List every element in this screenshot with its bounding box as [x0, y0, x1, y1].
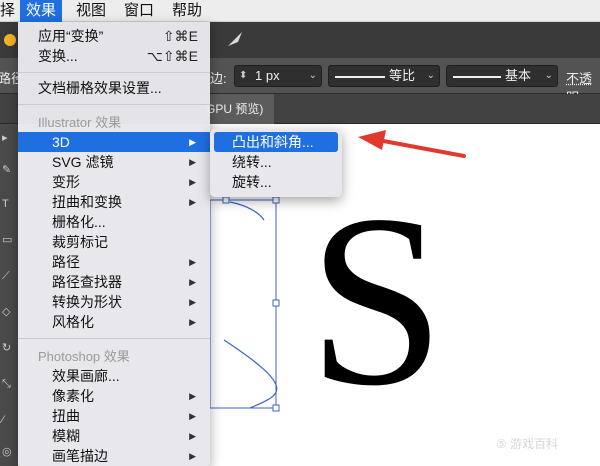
- menu-item-svg-filters[interactable]: SVG 滤镜 ▶: [18, 152, 210, 172]
- stroke-weight-value: 1 px: [255, 68, 280, 83]
- menu-item-3d[interactable]: 3D ▶: [18, 132, 210, 152]
- menu-separator: [18, 338, 210, 339]
- submenu-arrow-icon: ▶: [189, 317, 196, 327]
- pen-tool-icon[interactable]: ✎: [2, 164, 14, 176]
- menu-item-brush-strokes[interactable]: 画笔描边 ▶: [18, 446, 210, 466]
- menu-item-pathfinder[interactable]: 路径查找器 ▶: [18, 272, 210, 292]
- chevron-down-icon[interactable]: ⌄: [427, 66, 435, 86]
- submenu-arrow-icon: ▶: [189, 137, 196, 147]
- menu-item-distort-transform[interactable]: 扭曲和变换 ▶: [18, 192, 210, 212]
- selection-tool-icon[interactable]: ▸: [2, 132, 14, 144]
- variable-width-profile[interactable]: 等比 ⌄: [328, 65, 440, 87]
- edge-label: 边:: [210, 71, 227, 86]
- submenu-arrow-icon: ▶: [189, 277, 196, 287]
- watermark: ⑤ 游戏百科: [496, 437, 559, 451]
- menu-window[interactable]: 窗口: [118, 0, 160, 22]
- annotation-arrow-icon: [358, 130, 466, 158]
- menu-item-pixelate[interactable]: 像素化 ▶: [18, 386, 210, 406]
- symbol-tool-icon[interactable]: ◎: [2, 446, 14, 458]
- eraser-tool-icon[interactable]: ◇: [2, 306, 14, 318]
- menubar: 择 效果 视图 窗口 帮助: [0, 0, 600, 22]
- apply-last-effect-shortcut: ⇧⌘E: [162, 28, 198, 44]
- home-icon[interactable]: [4, 34, 16, 46]
- brush-tool-icon[interactable]: ⟋: [2, 270, 14, 282]
- letter-s-artwork[interactable]: S: [308, 178, 445, 424]
- menu-item-distort[interactable]: 扭曲 ▶: [18, 406, 210, 426]
- menu-item-effect-gallery[interactable]: 效果画廊...: [18, 366, 210, 386]
- 3d-submenu: 凸出和斜角... 绕转... 旋转...: [210, 129, 342, 197]
- menu-item-stylize[interactable]: 风格化 ▶: [18, 312, 210, 332]
- apply-last-effect-label: 应用“变换”: [38, 28, 104, 44]
- type-tool-icon[interactable]: T: [2, 198, 14, 210]
- apply-last-effect[interactable]: 应用“变换” ⇧⌘E: [18, 26, 210, 46]
- chevron-down-icon[interactable]: ⌄: [309, 66, 317, 86]
- stroke-weight-field[interactable]: ⬍ 1 px ⌄: [234, 65, 322, 87]
- menu-view[interactable]: 视图: [70, 0, 112, 22]
- profile-label: 等比: [389, 68, 416, 83]
- brush-label: 基本: [505, 68, 532, 83]
- submenu-item-revolve[interactable]: 绕转...: [214, 152, 338, 172]
- eyedropper-tool-icon[interactable]: ⁄: [2, 414, 14, 426]
- raster-settings-label: 文档栅格效果设置...: [38, 80, 162, 96]
- submenu-arrow-icon: ▶: [189, 451, 196, 461]
- effect-menu: 应用“变换” ⇧⌘E 变换... ⌥⇧⌘E 文档栅格效果设置... Illust…: [18, 22, 210, 466]
- stepper-icon[interactable]: ⬍: [239, 66, 247, 86]
- menu-item-warp[interactable]: 变形 ▶: [18, 172, 210, 192]
- menu-item-rasterize[interactable]: 栅格化...: [18, 212, 210, 232]
- submenu-arrow-icon: ▶: [189, 297, 196, 307]
- submenu-arrow-icon: ▶: [189, 391, 196, 401]
- last-effect-label: 变换...: [38, 48, 78, 64]
- menu-separator: [18, 72, 210, 73]
- scale-tool-icon[interactable]: ⤡: [2, 378, 14, 390]
- menu-effect[interactable]: 效果: [20, 0, 63, 22]
- submenu-item-rotate[interactable]: 旋转...: [214, 172, 338, 192]
- menu-help[interactable]: 帮助: [166, 0, 208, 22]
- menu-select[interactable]: 择: [0, 0, 21, 22]
- document-raster-effects-settings[interactable]: 文档栅格效果设置...: [18, 78, 210, 98]
- brush-definition[interactable]: 基本 ⌄: [446, 65, 558, 87]
- menu-item-crop-marks[interactable]: 裁剪标记: [18, 232, 210, 252]
- submenu-arrow-icon: ▶: [189, 257, 196, 267]
- illustrator-effects-header: Illustrator 效果: [38, 115, 122, 130]
- last-effect[interactable]: 变换... ⌥⇧⌘E: [18, 46, 210, 66]
- submenu-item-extrude-bevel[interactable]: 凸出和斜角...: [214, 132, 338, 152]
- feather-icon[interactable]: [226, 30, 246, 48]
- submenu-arrow-icon: ▶: [189, 431, 196, 441]
- submenu-arrow-icon: ▶: [189, 411, 196, 421]
- submenu-arrow-icon: ▶: [189, 177, 196, 187]
- tools-panel: ▸ ✎ T ▭ ⟋ ◇ ↻ ⤡ ⁄ ◎: [0, 124, 18, 466]
- menu-item-path[interactable]: 路径 ▶: [18, 252, 210, 272]
- submenu-arrow-icon: ▶: [189, 197, 196, 207]
- submenu-arrow-icon: ▶: [189, 157, 196, 167]
- rectangle-tool-icon[interactable]: ▭: [2, 234, 14, 246]
- brush-line: [453, 76, 501, 78]
- photoshop-effects-header: Photoshop 效果: [38, 349, 130, 364]
- menu-item-convert-to-shape[interactable]: 转换为形状 ▶: [18, 292, 210, 312]
- menu-item-blur[interactable]: 模糊 ▶: [18, 426, 210, 446]
- chevron-down-icon[interactable]: ⌄: [545, 66, 553, 86]
- document-tab[interactable]: GPU 预览): [200, 94, 274, 124]
- menu-separator: [18, 104, 210, 105]
- last-effect-shortcut: ⌥⇧⌘E: [146, 48, 198, 64]
- rotate-tool-icon[interactable]: ↻: [2, 342, 14, 354]
- profile-line: [335, 76, 385, 78]
